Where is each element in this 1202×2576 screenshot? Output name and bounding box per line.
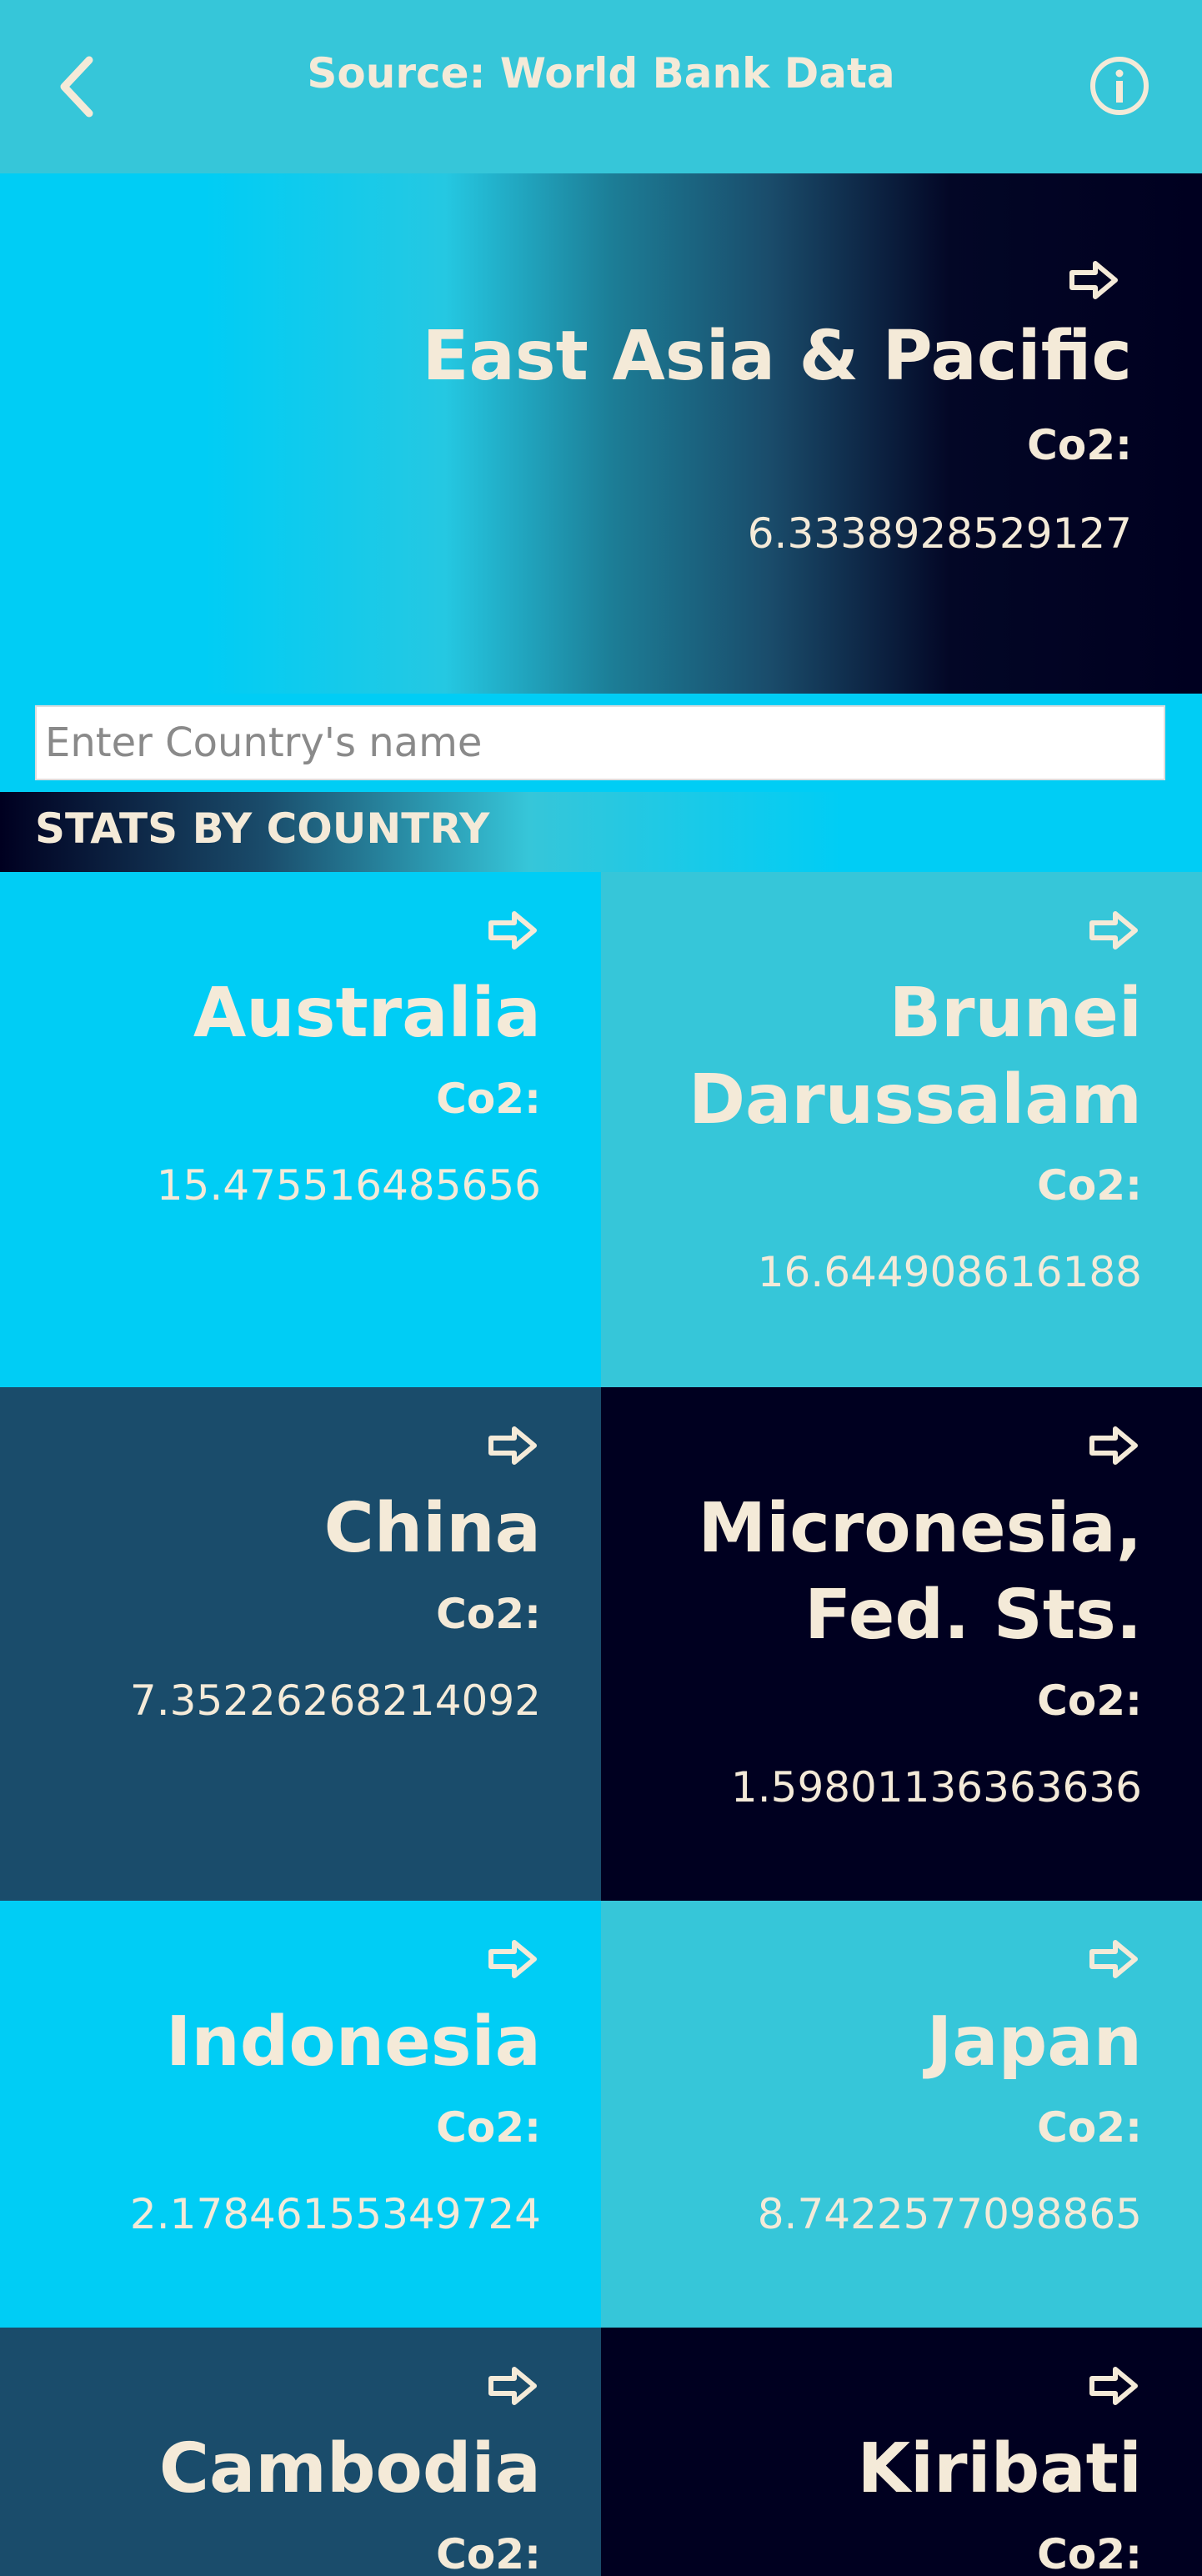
arrow-right-icon[interactable]	[1069, 260, 1120, 300]
country-tile[interactable]: China Co2: 7.35226268214092	[0, 1387, 601, 1901]
country-name: Indonesia	[165, 2002, 541, 2082]
arrow-right-icon[interactable]	[488, 2366, 539, 2406]
country-tile[interactable]: Brunei Darussalam Co2: 16.644908616188	[601, 872, 1202, 1387]
country-tile[interactable]: Kiribati Co2:	[601, 2328, 1202, 2576]
co2-value: 7.35226268214092	[129, 1676, 541, 1725]
section-title: STATS BY COUNTRY	[35, 804, 490, 853]
arrow-right-icon[interactable]	[1089, 910, 1140, 950]
co2-label: Co2:	[1037, 1676, 1142, 1725]
country-name: Kiribati	[857, 2429, 1142, 2508]
chevron-left-icon	[60, 56, 93, 118]
page-title: Source: World Bank Data	[307, 49, 895, 98]
country-name: Cambodia	[158, 2429, 541, 2508]
co2-label: Co2:	[436, 1590, 541, 1638]
info-button[interactable]	[1087, 53, 1152, 118]
region-co2-value: 6.3338928529127	[747, 509, 1132, 558]
co2-value: 8.7422577098865	[757, 2190, 1142, 2238]
co2-label: Co2:	[436, 2530, 541, 2576]
arrow-right-icon[interactable]	[1089, 1939, 1140, 1979]
country-name: Australia	[193, 974, 541, 1053]
co2-value: 16.644908616188	[757, 1248, 1142, 1296]
back-button[interactable]	[47, 47, 107, 127]
section-header: STATS BY COUNTRY	[0, 792, 1202, 872]
arrow-right-icon[interactable]	[1089, 1426, 1140, 1466]
co2-value: 2.17846155349724	[129, 2190, 541, 2238]
region-summary-card[interactable]: East Asia & Pacific Co2: 6.3338928529127	[0, 173, 1202, 694]
arrow-right-icon[interactable]	[488, 910, 539, 950]
country-name: Micronesia, Fed. Sts.	[698, 1489, 1142, 1655]
co2-label: Co2:	[1037, 2530, 1142, 2576]
co2-value: 15.475516485656	[156, 1161, 541, 1210]
country-tile[interactable]: Japan Co2: 8.7422577098865	[601, 1901, 1202, 2328]
country-search-input[interactable]	[35, 705, 1165, 780]
top-app-bar: Source: World Bank Data	[0, 0, 1202, 173]
co2-label: Co2:	[1037, 2103, 1142, 2152]
co2-label: Co2:	[436, 1075, 541, 1123]
co2-label: Co2:	[1037, 1161, 1142, 1210]
region-name: East Asia & Pacific	[422, 317, 1132, 396]
arrow-right-icon[interactable]	[488, 1426, 539, 1466]
country-name: Brunei Darussalam	[688, 974, 1142, 1140]
arrow-right-icon[interactable]	[1089, 2366, 1140, 2406]
country-tile[interactable]: Cambodia Co2:	[0, 2328, 601, 2576]
co2-value: 1.59801136363636	[730, 1763, 1142, 1812]
co2-label: Co2:	[436, 2103, 541, 2152]
country-tile[interactable]: Australia Co2: 15.475516485656	[0, 872, 601, 1387]
country-name: China	[323, 1489, 541, 1568]
region-co2-label: Co2:	[1027, 421, 1132, 469]
country-name: Japan	[926, 2002, 1142, 2082]
country-tile[interactable]: Micronesia, Fed. Sts. Co2: 1.59801136363…	[601, 1387, 1202, 1901]
info-circle-icon	[1090, 57, 1149, 115]
arrow-right-icon[interactable]	[488, 1939, 539, 1979]
country-tile[interactable]: Indonesia Co2: 2.17846155349724	[0, 1901, 601, 2328]
